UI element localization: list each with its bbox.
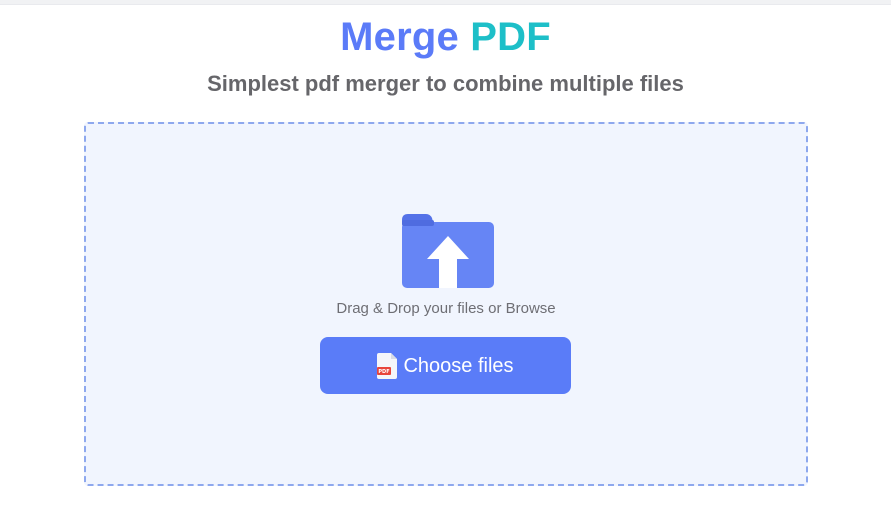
pdf-file-icon: PDF [377, 352, 398, 379]
page-subtitle: Simplest pdf merger to combine multiple … [207, 71, 684, 96]
folder-upload-icon [402, 214, 494, 288]
drag-drop-instruction: Drag & Drop your files or Browse [336, 300, 556, 317]
choose-files-label: Choose files [403, 354, 514, 377]
page-title-merge: Merge [340, 15, 459, 59]
page-title: Merge PDF [0, 14, 891, 60]
choose-files-button[interactable]: PDF Choose files [320, 337, 571, 394]
svg-text:PDF: PDF [379, 369, 390, 375]
page-title-pdf: PDF [470, 15, 551, 59]
top-bar [0, 0, 891, 5]
file-dropzone[interactable]: Drag & Drop your files or Browse PDF Cho… [84, 122, 808, 486]
